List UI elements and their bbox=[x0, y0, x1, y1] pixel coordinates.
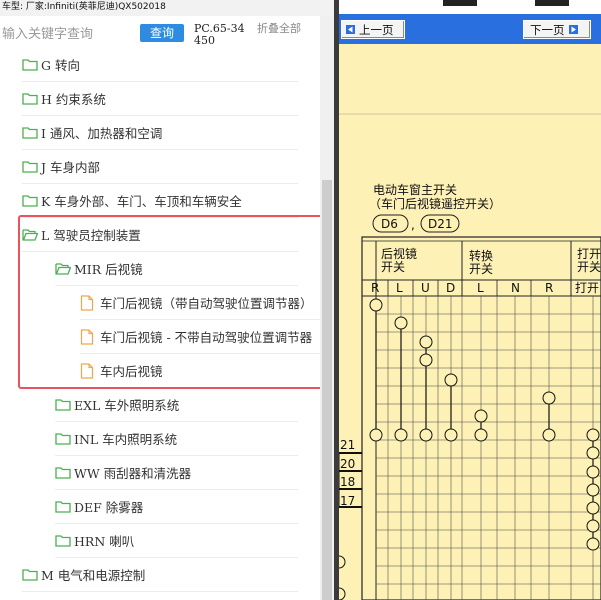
tree-item-label: DEF 除雾器 bbox=[74, 500, 144, 515]
tree-item-exl[interactable]: EXL 车外照明系统 bbox=[55, 388, 298, 422]
column-label: U bbox=[421, 281, 430, 295]
folder-icon bbox=[55, 501, 71, 513]
selection-highlight bbox=[18, 215, 323, 389]
tree-item-i[interactable]: I 通风、加热器和空调 bbox=[22, 116, 298, 150]
tree-panel: 车型: 厂家:Infiniti(英菲尼迪)QX502018 查询 PC.65-3… bbox=[0, 0, 334, 600]
terminal-number: 20 bbox=[340, 457, 355, 471]
folder-icon bbox=[55, 467, 71, 479]
header-mirror-switch-2: 开关 bbox=[381, 260, 405, 274]
tree-item-h[interactable]: H 约束系统 bbox=[22, 82, 298, 116]
folder-icon bbox=[22, 93, 38, 105]
connector-label-d6: D6 bbox=[381, 217, 398, 231]
column-label: L bbox=[396, 281, 403, 295]
tree-item-label: HRN 喇叭 bbox=[74, 534, 135, 549]
folder-icon bbox=[22, 195, 38, 207]
tree-item-ww[interactable]: WW 雨刮器和清洗器 bbox=[55, 456, 298, 490]
column-label: R bbox=[371, 281, 379, 295]
toolbar-button-stub[interactable] bbox=[443, 0, 477, 6]
wiring-diagram: 电动车窗主开关 （车门后视镜遥控开关） D6 , D21 后视镜 开关 转换 开… bbox=[339, 44, 601, 600]
terminal-number: 18 bbox=[340, 475, 355, 489]
tree-item-label: EXL 车外照明系统 bbox=[74, 398, 180, 413]
search-bar: 查询 PC.65-34450 折叠全部 bbox=[0, 16, 320, 52]
tree-item-inl[interactable]: INL 车内照明系统 bbox=[55, 422, 298, 456]
collapse-all-button[interactable]: 折叠全部 bbox=[257, 23, 307, 35]
search-input[interactable] bbox=[2, 24, 132, 44]
terminal-number: 17 bbox=[340, 494, 355, 508]
column-label: D bbox=[446, 281, 455, 295]
window-top-strip bbox=[339, 0, 601, 14]
arrow-left-icon bbox=[346, 25, 355, 34]
diagram-subtitle: （车门后视镜遥控开关） bbox=[369, 196, 501, 211]
page-nav-bar: 上一页 下一页 bbox=[339, 14, 601, 44]
toolbar-button-stub[interactable] bbox=[535, 0, 569, 6]
tree-item-label: M 电气和电源控制 bbox=[41, 568, 146, 583]
next-page-button[interactable]: 下一页 bbox=[523, 20, 591, 39]
header-open-switch-1: 打开 bbox=[577, 247, 601, 261]
tree-item-label: H 约束系统 bbox=[41, 92, 106, 107]
pc-code-label: PC.65-34450 bbox=[194, 22, 245, 47]
tree-item-label: I 通风、加热器和空调 bbox=[41, 126, 163, 141]
folder-icon bbox=[55, 399, 71, 411]
terminal-number: 21 bbox=[340, 438, 355, 452]
tree-item-label: K 车身外部、车门、车顶和车辆安全 bbox=[41, 194, 242, 209]
folder-icon bbox=[22, 59, 38, 71]
connector-label-d21: D21 bbox=[428, 217, 453, 231]
tree-item-label: WW 雨刮器和清洗器 bbox=[74, 466, 192, 481]
column-label: N bbox=[511, 281, 520, 295]
header-open-switch-2: 开关 bbox=[577, 260, 601, 274]
tree-item-label: J 车身内部 bbox=[41, 160, 100, 175]
folder-icon bbox=[22, 127, 38, 139]
vehicle-info: 车型: 厂家:Infiniti(英菲尼迪)QX502018 bbox=[0, 0, 334, 16]
tree-item-g[interactable]: G 转向 bbox=[22, 48, 298, 82]
header-change-switch-1: 转换 bbox=[469, 248, 493, 263]
tree-scrollbar-thumb[interactable] bbox=[322, 180, 332, 600]
column-label: R bbox=[545, 281, 553, 295]
arrow-right-icon bbox=[568, 25, 578, 34]
diagram-title: 电动车窗主开关 bbox=[373, 182, 457, 197]
prev-page-button[interactable]: 上一页 bbox=[341, 20, 405, 39]
tree-item-label: G 转向 bbox=[41, 58, 80, 73]
tree-item-label: INL 车内照明系统 bbox=[74, 432, 178, 447]
tree-item-def[interactable]: DEF 除雾器 bbox=[55, 490, 298, 524]
tree-item-m[interactable]: M 电气和电源控制 bbox=[22, 558, 298, 592]
prev-page-label: 上一页 bbox=[359, 22, 394, 37]
tree-item-hrn[interactable]: HRN 喇叭 bbox=[55, 524, 298, 558]
connector-separator: , bbox=[411, 218, 415, 232]
tree-item-j[interactable]: J 车身内部 bbox=[22, 150, 298, 184]
header-change-switch-2: 开关 bbox=[469, 262, 493, 276]
header-mirror-switch-1: 后视镜 bbox=[381, 246, 417, 261]
next-page-label: 下一页 bbox=[530, 22, 565, 37]
folder-icon bbox=[55, 535, 71, 547]
diagram-panel: 上一页 下一页 电动车窗主开关 （车门后视镜遥控开关） D6 , D21 后视镜… bbox=[339, 0, 601, 600]
folder-icon bbox=[55, 433, 71, 445]
column-label: 打开 bbox=[575, 281, 599, 295]
folder-icon bbox=[22, 569, 38, 581]
column-label: L bbox=[477, 281, 484, 295]
search-button[interactable]: 查询 bbox=[140, 24, 184, 42]
folder-icon bbox=[22, 161, 38, 173]
tree-item-k[interactable]: K 车身外部、车门、车顶和车辆安全 bbox=[22, 184, 298, 218]
